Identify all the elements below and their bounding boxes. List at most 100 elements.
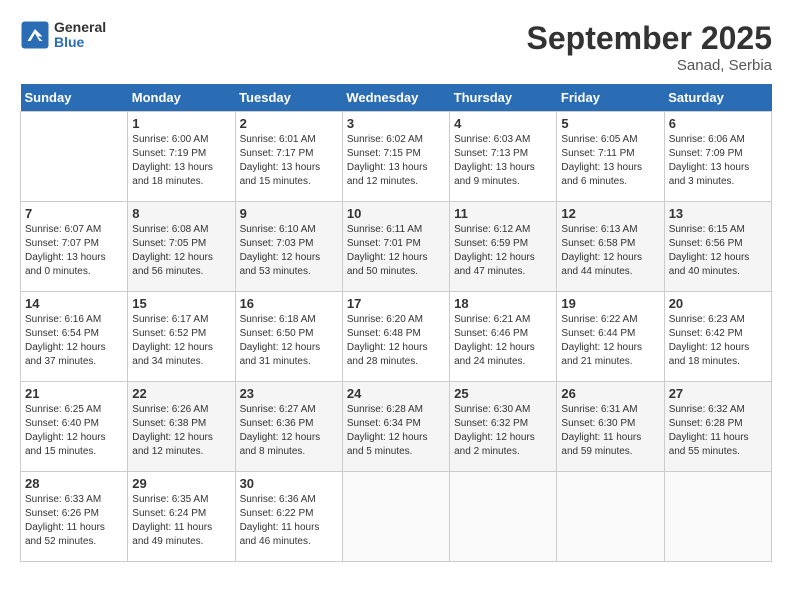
title-area: September 2025 Sanad, Serbia xyxy=(527,20,772,74)
calendar-cell: 14 Sunrise: 6:16 AM Sunset: 6:54 PM Dayli… xyxy=(21,292,128,382)
day-header-monday: Monday xyxy=(128,84,235,112)
day-info: Sunrise: 6:18 AM Sunset: 6:50 PM Dayligh… xyxy=(240,313,338,369)
day-number: 3 xyxy=(347,116,445,131)
day-number: 17 xyxy=(347,296,445,311)
day-info: Sunrise: 6:16 AM Sunset: 6:54 PM Dayligh… xyxy=(25,313,123,369)
day-number: 7 xyxy=(25,206,123,221)
day-header-saturday: Saturday xyxy=(664,84,771,112)
calendar-cell: 15 Sunrise: 6:17 AM Sunset: 6:52 PM Dayli… xyxy=(128,292,235,382)
day-number: 23 xyxy=(240,386,338,401)
calendar-cell: 16 Sunrise: 6:18 AM Sunset: 6:50 PM Dayli… xyxy=(235,292,342,382)
week-row-3: 21 Sunrise: 6:25 AM Sunset: 6:40 PM Dayli… xyxy=(21,382,772,472)
day-info: Sunrise: 6:12 AM Sunset: 6:59 PM Dayligh… xyxy=(454,223,552,279)
day-number: 9 xyxy=(240,206,338,221)
calendar-cell: 4 Sunrise: 6:03 AM Sunset: 7:13 PM Daylig… xyxy=(450,112,557,202)
calendar-cell: 23Sunrise: 6:27 AM Sunset: 6:36 PM Dayli… xyxy=(235,382,342,472)
calendar-cell: 29 Sunrise: 6:35 AM Sunset: 6:24 PM Dayli… xyxy=(128,472,235,562)
calendar-cell xyxy=(557,472,664,562)
day-number: 5 xyxy=(561,116,659,131)
day-info: Sunrise: 6:22 AM Sunset: 6:44 PM Dayligh… xyxy=(561,313,659,369)
day-info: Sunrise: 6:10 AM Sunset: 7:03 PM Dayligh… xyxy=(240,223,338,279)
header: General Blue September 2025 Sanad, Serbi… xyxy=(20,20,772,74)
calendar-cell xyxy=(450,472,557,562)
day-info: Sunrise: 6:17 AM Sunset: 6:52 PM Dayligh… xyxy=(132,313,230,369)
day-header-wednesday: Wednesday xyxy=(342,84,449,112)
header-row: SundayMondayTuesdayWednesdayThursdayFrid… xyxy=(21,84,772,112)
logo: General Blue xyxy=(20,20,106,51)
week-row-0: 1Sunrise: 6:00 AM Sunset: 7:19 PM Daylig… xyxy=(21,112,772,202)
day-number: 30 xyxy=(240,476,338,491)
day-info: Sunrise: 6:20 AM Sunset: 6:48 PM Dayligh… xyxy=(347,313,445,369)
calendar-cell: 5Sunrise: 6:05 AM Sunset: 7:11 PM Daylig… xyxy=(557,112,664,202)
calendar-cell: 30 Sunrise: 6:36 AM Sunset: 6:22 PM Dayli… xyxy=(235,472,342,562)
calendar-table: SundayMondayTuesdayWednesdayThursdayFrid… xyxy=(20,84,772,562)
day-number: 18 xyxy=(454,296,552,311)
day-info: Sunrise: 6:26 AM Sunset: 6:38 PM Dayligh… xyxy=(132,403,230,459)
day-info: Sunrise: 6:31 AM Sunset: 6:30 PM Dayligh… xyxy=(561,403,659,459)
calendar-cell: 12 Sunrise: 6:13 AM Sunset: 6:58 PM Dayli… xyxy=(557,202,664,292)
logo-general: General xyxy=(54,20,106,35)
day-number: 16 xyxy=(240,296,338,311)
calendar-cell: 7 Sunrise: 6:07 AM Sunset: 7:07 PM Daylig… xyxy=(21,202,128,292)
day-info: Sunrise: 6:13 AM Sunset: 6:58 PM Dayligh… xyxy=(561,223,659,279)
calendar-title: September 2025 xyxy=(527,20,772,57)
day-number: 19 xyxy=(561,296,659,311)
day-info: Sunrise: 6:25 AM Sunset: 6:40 PM Dayligh… xyxy=(25,403,123,459)
day-info: Sunrise: 6:03 AM Sunset: 7:13 PM Dayligh… xyxy=(454,133,552,189)
calendar-cell xyxy=(21,112,128,202)
day-number: 27 xyxy=(669,386,767,401)
calendar-cell: 22 Sunrise: 6:26 AM Sunset: 6:38 PM Dayli… xyxy=(128,382,235,472)
calendar-cell: 21 Sunrise: 6:25 AM Sunset: 6:40 PM Dayli… xyxy=(21,382,128,472)
day-number: 6 xyxy=(669,116,767,131)
calendar-cell: 3Sunrise: 6:02 AM Sunset: 7:15 PM Daylig… xyxy=(342,112,449,202)
day-number: 13 xyxy=(669,206,767,221)
day-info: Sunrise: 6:28 AM Sunset: 6:34 PM Dayligh… xyxy=(347,403,445,459)
day-info: Sunrise: 6:36 AM Sunset: 6:22 PM Dayligh… xyxy=(240,493,338,549)
calendar-cell: 25Sunrise: 6:30 AM Sunset: 6:32 PM Dayli… xyxy=(450,382,557,472)
day-number: 29 xyxy=(132,476,230,491)
day-number: 14 xyxy=(25,296,123,311)
calendar-cell: 27 Sunrise: 6:32 AM Sunset: 6:28 PM Dayli… xyxy=(664,382,771,472)
day-header-sunday: Sunday xyxy=(21,84,128,112)
day-info: Sunrise: 6:35 AM Sunset: 6:24 PM Dayligh… xyxy=(132,493,230,549)
day-number: 1 xyxy=(132,116,230,131)
day-number: 28 xyxy=(25,476,123,491)
day-number: 8 xyxy=(132,206,230,221)
day-info: Sunrise: 6:07 AM Sunset: 7:07 PM Dayligh… xyxy=(25,223,123,279)
calendar-cell: 18 Sunrise: 6:21 AM Sunset: 6:46 PM Dayli… xyxy=(450,292,557,382)
calendar-subtitle: Sanad, Serbia xyxy=(527,57,772,74)
day-info: Sunrise: 6:33 AM Sunset: 6:26 PM Dayligh… xyxy=(25,493,123,549)
logo-icon xyxy=(20,20,50,50)
day-number: 22 xyxy=(132,386,230,401)
day-info: Sunrise: 6:08 AM Sunset: 7:05 PM Dayligh… xyxy=(132,223,230,279)
day-number: 21 xyxy=(25,386,123,401)
day-number: 24 xyxy=(347,386,445,401)
day-number: 11 xyxy=(454,206,552,221)
calendar-cell: 10Sunrise: 6:11 AM Sunset: 7:01 PM Dayli… xyxy=(342,202,449,292)
calendar-cell: 19 Sunrise: 6:22 AM Sunset: 6:44 PM Dayli… xyxy=(557,292,664,382)
logo-blue: Blue xyxy=(54,35,106,50)
calendar-cell: 2Sunrise: 6:01 AM Sunset: 7:17 PM Daylig… xyxy=(235,112,342,202)
day-info: Sunrise: 6:11 AM Sunset: 7:01 PM Dayligh… xyxy=(347,223,445,279)
day-number: 12 xyxy=(561,206,659,221)
calendar-cell: 6 Sunrise: 6:06 AM Sunset: 7:09 PM Daylig… xyxy=(664,112,771,202)
day-info: Sunrise: 6:15 AM Sunset: 6:56 PM Dayligh… xyxy=(669,223,767,279)
day-number: 25 xyxy=(454,386,552,401)
calendar-cell: 28 Sunrise: 6:33 AM Sunset: 6:26 PM Dayli… xyxy=(21,472,128,562)
day-header-thursday: Thursday xyxy=(450,84,557,112)
calendar-cell: 24 Sunrise: 6:28 AM Sunset: 6:34 PM Dayli… xyxy=(342,382,449,472)
day-info: Sunrise: 6:21 AM Sunset: 6:46 PM Dayligh… xyxy=(454,313,552,369)
day-number: 4 xyxy=(454,116,552,131)
day-info: Sunrise: 6:06 AM Sunset: 7:09 PM Dayligh… xyxy=(669,133,767,189)
calendar-cell: 1Sunrise: 6:00 AM Sunset: 7:19 PM Daylig… xyxy=(128,112,235,202)
day-header-friday: Friday xyxy=(557,84,664,112)
calendar-cell xyxy=(342,472,449,562)
day-info: Sunrise: 6:32 AM Sunset: 6:28 PM Dayligh… xyxy=(669,403,767,459)
day-header-tuesday: Tuesday xyxy=(235,84,342,112)
day-number: 20 xyxy=(669,296,767,311)
day-number: 15 xyxy=(132,296,230,311)
week-row-2: 14 Sunrise: 6:16 AM Sunset: 6:54 PM Dayli… xyxy=(21,292,772,382)
week-row-1: 7 Sunrise: 6:07 AM Sunset: 7:07 PM Daylig… xyxy=(21,202,772,292)
day-number: 26 xyxy=(561,386,659,401)
calendar-cell: 11 Sunrise: 6:12 AM Sunset: 6:59 PM Dayli… xyxy=(450,202,557,292)
